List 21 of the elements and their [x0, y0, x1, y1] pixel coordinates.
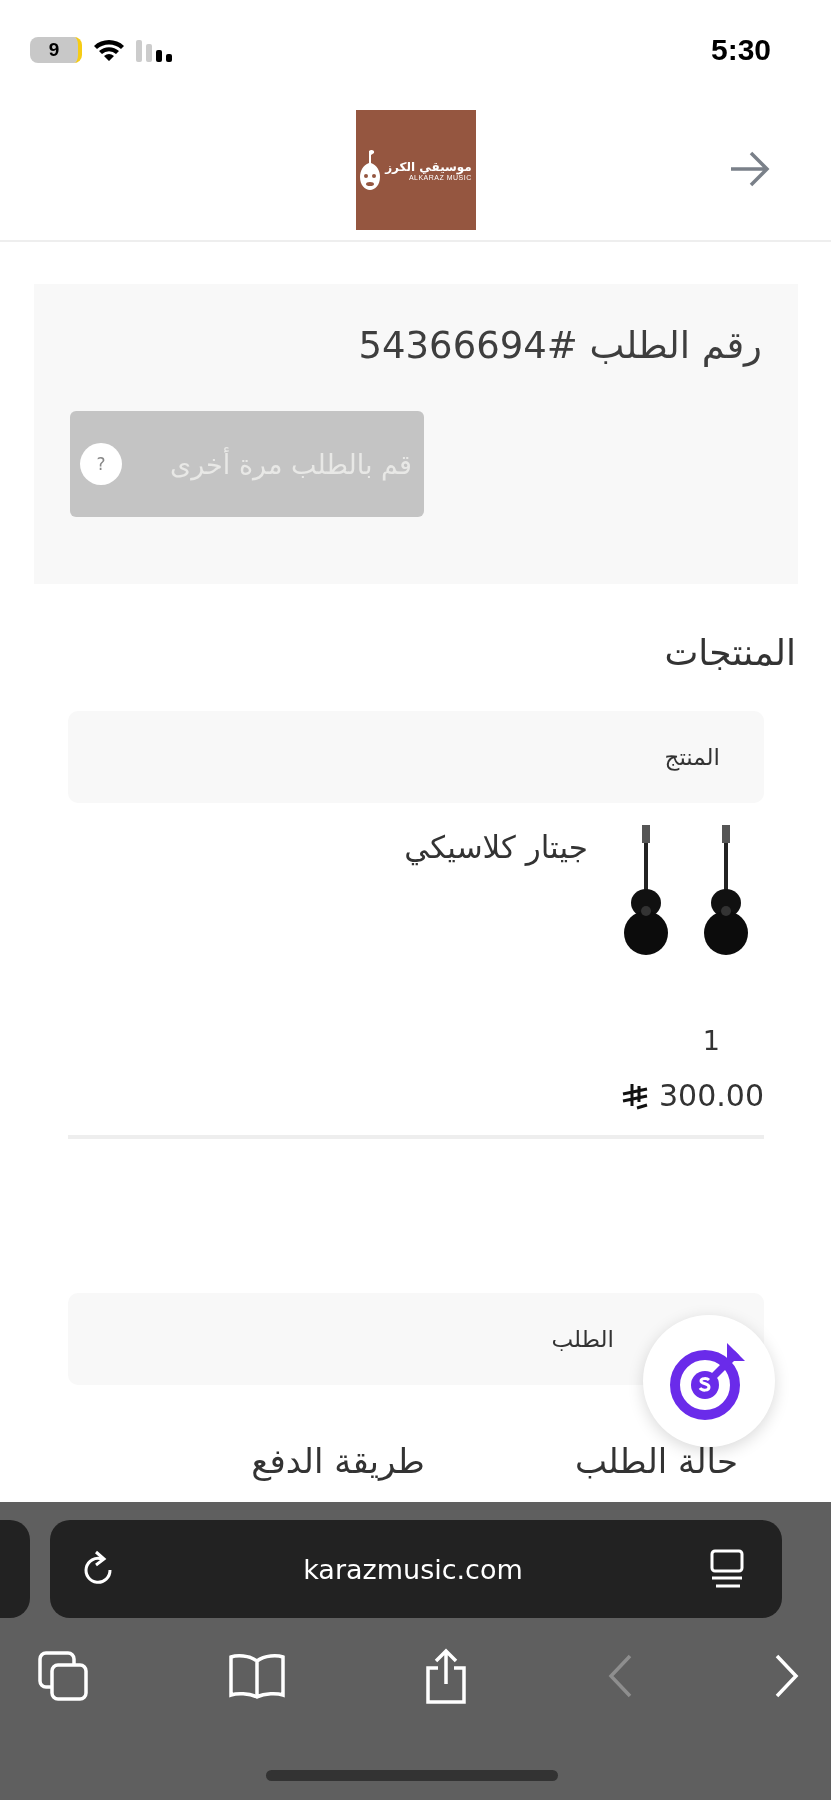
order-number-title: رقم الطلب #54366694 [357, 324, 762, 367]
signal-icon [136, 38, 174, 62]
book-icon[interactable] [228, 1653, 285, 1699]
url-text: karazmusic.com [303, 1553, 523, 1585]
product-name: جيتار كلاسيكي [404, 828, 588, 868]
tabs-icon[interactable] [38, 1651, 90, 1701]
battery-indicator: 9 [30, 37, 82, 63]
field-label: طريقة الدفع [251, 1441, 425, 1481]
address-bar[interactable]: karazmusic.com [50, 1520, 782, 1618]
clock-time: 5:30 [710, 33, 771, 67]
price: 300.00 [659, 1078, 764, 1113]
share-icon[interactable] [423, 1648, 468, 1704]
reader-icon[interactable] [710, 1549, 744, 1589]
field-label: حالة الطلب [574, 1441, 738, 1481]
wifi-icon [92, 37, 126, 63]
arrow-right-icon[interactable] [729, 150, 771, 188]
forward-icon[interactable] [773, 1653, 801, 1699]
section-heading: المنتجات [663, 632, 797, 673]
quantity: 1 [702, 1025, 720, 1056]
riyal-icon [621, 1081, 649, 1110]
table-header: المنتج [68, 711, 764, 803]
